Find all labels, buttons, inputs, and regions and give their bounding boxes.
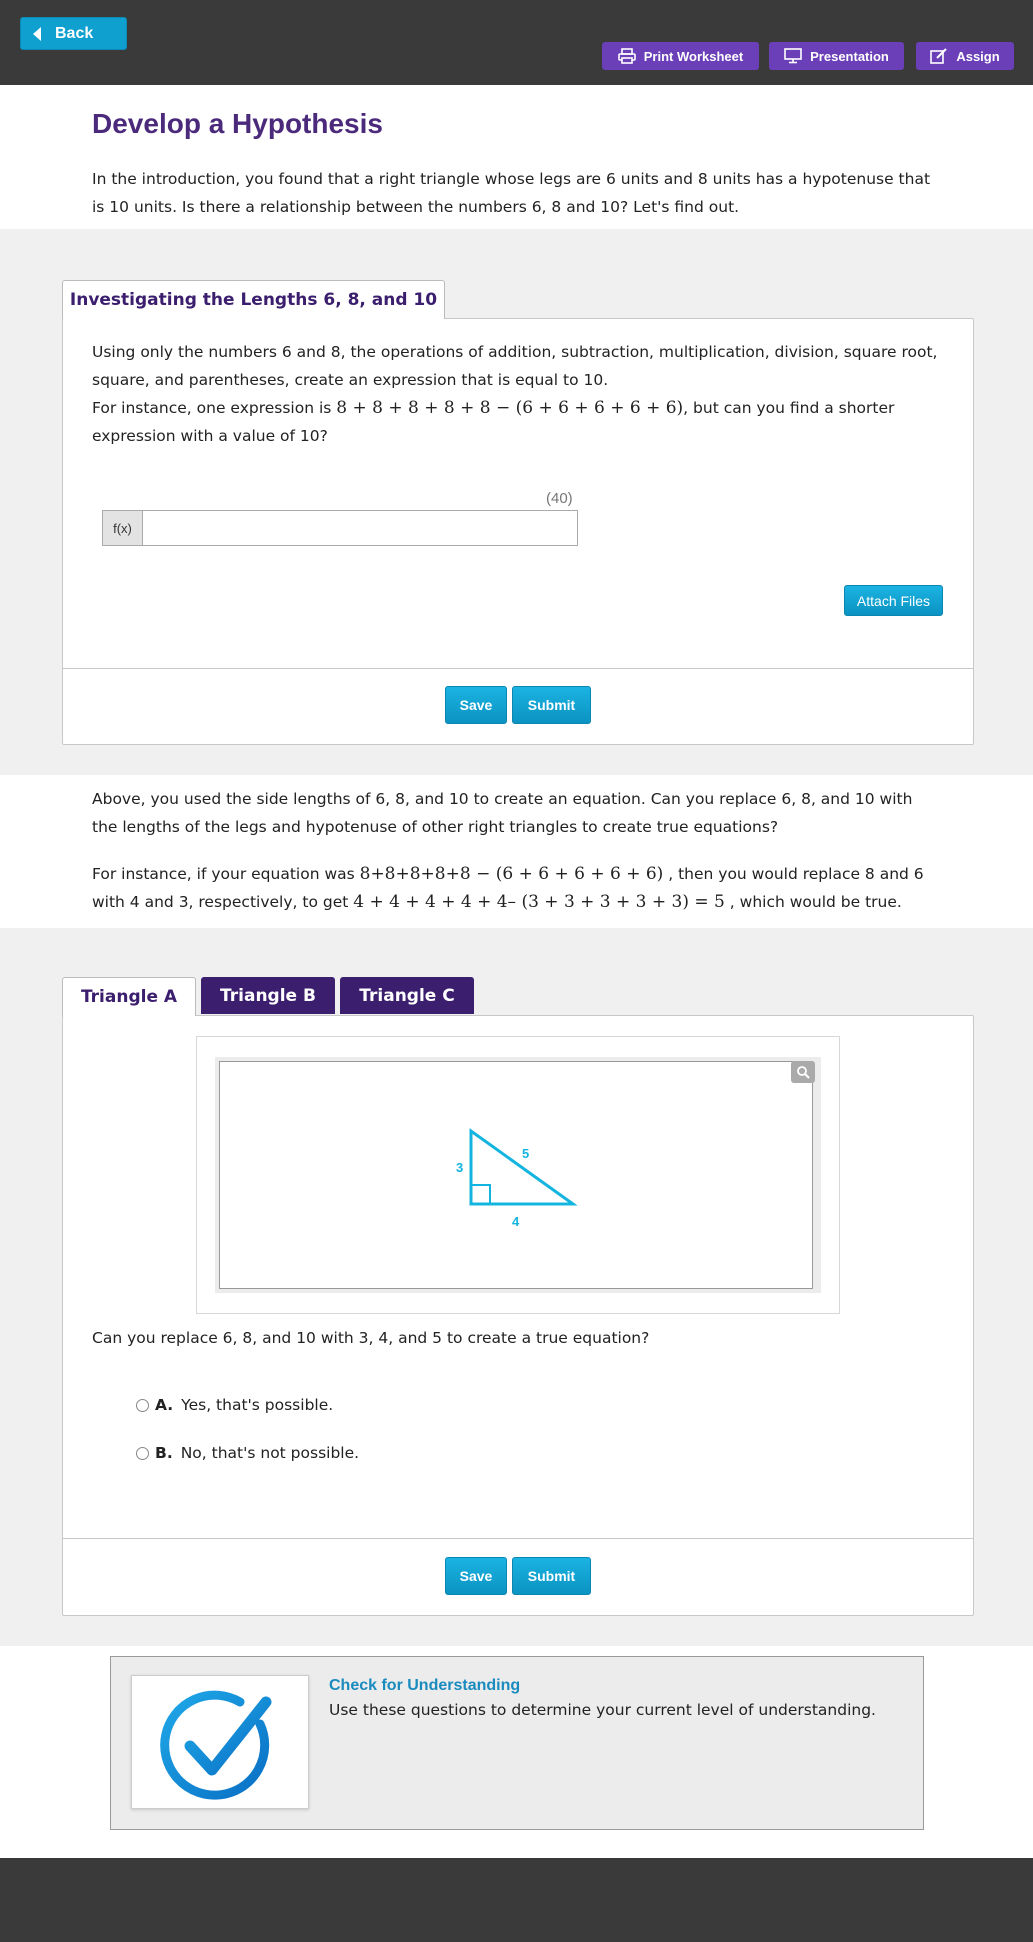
option-text: No, that's not possible. xyxy=(180,1444,360,1462)
submit-button[interactable]: Submit xyxy=(512,686,591,724)
triangle-figure: 3 5 4 xyxy=(219,1061,813,1289)
question-text: Can you replace 6, 8, and 10 with 3, 4, … xyxy=(92,1329,650,1347)
prompt-line-1: Using only the numbers 6 and 8, the oper… xyxy=(92,343,938,389)
expression-input[interactable] xyxy=(143,511,577,545)
leg-label-bottom: 4 xyxy=(512,1214,520,1229)
formula-button[interactable]: f(x) xyxy=(103,511,143,545)
intro-paragraph: In the introduction, you found that a ri… xyxy=(92,170,931,216)
divider xyxy=(63,1538,973,1539)
right-angle-marker xyxy=(471,1184,491,1204)
figure-border: 3 5 4 xyxy=(215,1057,821,1293)
option-text: Yes, that's possible. xyxy=(181,1396,334,1414)
edit-icon xyxy=(930,48,948,64)
printer-icon xyxy=(617,48,636,64)
zoom-button[interactable] xyxy=(791,1061,815,1083)
back-label: Back xyxy=(55,24,94,42)
example-equation: 8+8+8+8+8 − (6 + 6 + 6 + 6 + 6) xyxy=(359,864,664,884)
presentation-label: Presentation xyxy=(810,48,889,64)
character-counter: (40) xyxy=(546,490,573,507)
tab-triangle-c[interactable]: Triangle C xyxy=(340,977,474,1014)
assign-label: Assign xyxy=(956,48,1000,64)
option-a[interactable]: A. Yes, that's possible. xyxy=(136,1396,333,1414)
print-worksheet-label: Print Worksheet xyxy=(643,48,744,64)
cfu-title[interactable]: Check for Understanding xyxy=(329,1677,520,1695)
page-title: Develop a Hypothesis xyxy=(92,108,383,139)
leg-label-left: 3 xyxy=(456,1160,463,1175)
substituted-equation: 4 + 4 + 4 + 4 + 4– (3 + 3 + 3 + 3 + 3) =… xyxy=(353,892,725,912)
save-button[interactable]: Save xyxy=(445,1557,507,1595)
checkmark-icon xyxy=(160,1690,272,1800)
prompt-text-before: For instance, one expression is xyxy=(92,399,337,417)
tab-label: Triangle B xyxy=(220,986,316,1006)
option-letter: B. xyxy=(155,1444,173,1462)
expression-field: f(x) xyxy=(102,510,578,546)
assign-button[interactable]: Assign xyxy=(916,42,1014,70)
presentation-button[interactable]: Presentation xyxy=(769,42,904,70)
option-b[interactable]: B. No, that's not possible. xyxy=(136,1444,359,1462)
prompt-line-2: For instance, one expression is 8 + 8 + … xyxy=(92,394,952,450)
example-expression: 8 + 8 + 8 + 8 + 8 − (6 + 6 + 6 + 6 + 6) xyxy=(336,398,684,418)
para2-text-after: , which would be true. xyxy=(724,893,902,911)
back-button[interactable]: Back xyxy=(20,17,127,50)
tab-label: Investigating the Lengths 6, 8, and 10 xyxy=(69,290,438,310)
tab-triangle-a[interactable]: Triangle A xyxy=(62,977,196,1016)
check-for-understanding-card[interactable]: Check for Understanding Use these questi… xyxy=(110,1656,924,1830)
magnify-icon xyxy=(797,1066,810,1079)
cfu-thumbnail xyxy=(131,1675,309,1809)
submit-button[interactable]: Submit xyxy=(512,1557,591,1595)
monitor-icon xyxy=(784,48,802,64)
print-worksheet-button[interactable]: Print Worksheet xyxy=(602,42,759,70)
hypotenuse-label: 5 xyxy=(522,1146,529,1161)
radio-b[interactable] xyxy=(136,1446,149,1460)
back-arrow-icon xyxy=(33,26,41,41)
tab-investigating-lengths[interactable]: Investigating the Lengths 6, 8, and 10 xyxy=(62,280,445,319)
option-letter: A. xyxy=(155,1396,174,1414)
triangle-shape xyxy=(469,1128,578,1206)
footer xyxy=(0,1858,1033,1942)
save-button[interactable]: Save xyxy=(445,686,507,724)
instructions-paragraph-1: Above, you used the side lengths of 6, 8… xyxy=(92,790,913,836)
tab-label: Triangle A xyxy=(80,987,178,1007)
radio-a[interactable] xyxy=(136,1398,149,1412)
tab-label: Triangle C xyxy=(359,986,455,1006)
divider xyxy=(63,668,973,669)
top-toolbar: Back Print Worksheet Presentation Assign xyxy=(0,0,1033,85)
figure-frame: 3 5 4 xyxy=(196,1036,840,1314)
cfu-description: Use these questions to determine your cu… xyxy=(329,1701,876,1719)
tab-triangle-b[interactable]: Triangle B xyxy=(201,977,335,1014)
instructions-paragraph-2: For instance, if your equation was 8+8+8… xyxy=(92,860,942,916)
right-triangle-diagram: 3 5 4 xyxy=(456,1128,578,1229)
para2-text-before: For instance, if your equation was xyxy=(92,865,360,883)
attach-files-button[interactable]: Attach Files xyxy=(844,585,943,616)
